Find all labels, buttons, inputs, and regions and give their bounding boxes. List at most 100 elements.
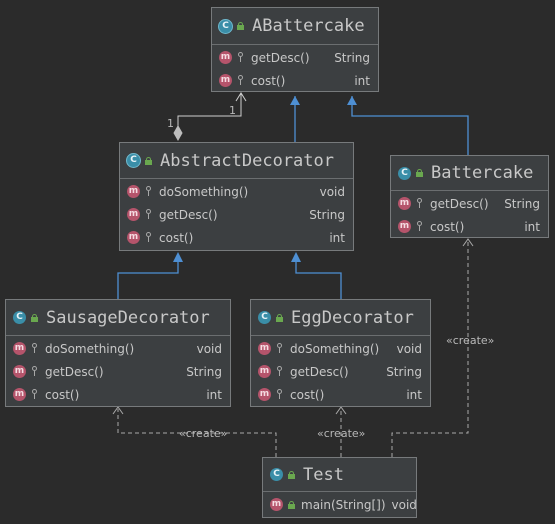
class-abattercake[interactable]: C ABattercake m getDesc() String m cost(… — [211, 7, 379, 92]
lock-icon — [31, 313, 38, 322]
method-row[interactable]: m cost() int — [120, 226, 353, 249]
key-icon — [145, 209, 153, 220]
class-icon: C — [270, 468, 283, 481]
method-row[interactable]: m main(String[]) void — [263, 493, 417, 516]
method-name: doSomething() — [45, 341, 135, 356]
method-row[interactable]: m getDesc() String — [212, 46, 378, 69]
method-return-type: int — [354, 73, 370, 88]
method-row[interactable]: m cost() int — [391, 215, 548, 238]
lock-icon — [145, 156, 152, 165]
lock-icon — [416, 169, 423, 177]
class-name: SausageDecorator — [46, 307, 210, 328]
class-header: C EggDecorator — [251, 300, 430, 336]
method-row[interactable]: m cost() int — [6, 383, 230, 406]
method-row[interactable]: m doSomething() void — [120, 180, 353, 203]
class-name: AbstractDecorator — [160, 150, 334, 171]
class-name: Test — [303, 464, 344, 485]
method-return-type: void — [391, 497, 417, 512]
key-icon — [276, 366, 284, 377]
key-icon — [31, 389, 39, 400]
method-return-type: int — [406, 387, 422, 402]
method-return-type: String — [186, 364, 222, 379]
key-icon — [416, 198, 424, 209]
method-row[interactable]: m getDesc() String — [251, 360, 430, 383]
abstract-class-icon: C — [219, 19, 232, 33]
inheritance-arrow-abattercake-2 — [347, 96, 357, 105]
method-row[interactable]: m cost() int — [212, 69, 378, 92]
method-icon: m — [258, 365, 271, 378]
inheritance-line-egg — [295, 256, 342, 299]
class-egg-decorator[interactable]: C EggDecorator m doSomething() void m ge… — [250, 299, 431, 407]
lock-icon — [237, 22, 244, 30]
class-test[interactable]: C Test m main(String[]) void — [262, 457, 417, 518]
method-name: doSomething() — [290, 341, 380, 356]
method-row[interactable]: m cost() int — [251, 383, 430, 406]
create-label-sausage: «create» — [179, 427, 228, 440]
lock-icon — [288, 500, 295, 509]
method-name: cost() — [159, 230, 194, 245]
class-name: ABattercake — [252, 16, 365, 36]
method-return-type: String — [504, 196, 540, 211]
method-icon: m — [13, 342, 26, 355]
class-header: C ABattercake — [212, 8, 378, 45]
create-label-battercake: «create» — [446, 334, 495, 347]
method-row[interactable]: m doSomething() void — [6, 337, 230, 360]
method-name: main(String[]) — [301, 497, 386, 512]
method-return-type: void — [196, 341, 222, 356]
class-battercake[interactable]: C Battercake m getDesc() String m cost()… — [390, 155, 549, 238]
key-icon — [237, 75, 245, 86]
class-sausage-decorator[interactable]: C SausageDecorator m doSomething() void … — [5, 299, 231, 407]
method-icon: m — [127, 208, 140, 221]
method-icon: m — [258, 388, 271, 401]
method-icon: m — [398, 220, 411, 233]
key-icon — [145, 186, 153, 197]
method-row[interactable]: m getDesc() String — [120, 203, 353, 226]
inheritance-line-sausage — [117, 256, 179, 299]
class-icon: C — [258, 311, 271, 324]
inheritance-arrow-abstractdecorator — [173, 252, 183, 262]
method-row[interactable]: m getDesc() String — [6, 360, 230, 383]
inheritance-arrow-abattercake — [290, 96, 300, 105]
aggregation-multiplicity-top: 1 — [229, 104, 236, 117]
key-icon — [31, 366, 39, 377]
method-icon: m — [219, 74, 232, 87]
key-icon — [237, 52, 245, 63]
key-icon — [276, 389, 284, 400]
method-icon: m — [258, 342, 271, 355]
key-icon — [31, 343, 39, 354]
method-name: cost() — [45, 387, 80, 402]
method-return-type: void — [319, 184, 345, 199]
method-name: getDesc() — [159, 207, 218, 222]
method-name: getDesc() — [251, 50, 310, 65]
method-return-type: int — [329, 230, 345, 245]
method-icon: m — [127, 231, 140, 244]
method-row[interactable]: m doSomething() void — [251, 337, 430, 360]
class-header: C AbstractDecorator — [120, 143, 353, 179]
method-row[interactable]: m getDesc() String — [391, 192, 548, 215]
method-icon: m — [270, 498, 283, 511]
create-label-egg: «create» — [317, 427, 366, 440]
class-header: C Battercake — [391, 156, 548, 191]
method-return-type: void — [396, 341, 422, 356]
class-header: C SausageDecorator — [6, 300, 230, 336]
lock-icon — [276, 313, 283, 322]
method-return-type: String — [386, 364, 422, 379]
key-icon — [416, 221, 424, 232]
class-name: EggDecorator — [291, 307, 414, 328]
method-name: doSomething() — [159, 184, 249, 199]
method-name: getDesc() — [430, 196, 489, 211]
class-abstract-decorator[interactable]: C AbstractDecorator m doSomething() void… — [119, 142, 354, 251]
method-icon: m — [127, 185, 140, 198]
method-return-type: String — [309, 207, 345, 222]
method-return-type: int — [206, 387, 222, 402]
inheritance-arrow-abstractdecorator-2 — [291, 252, 301, 262]
method-name: cost() — [430, 219, 465, 234]
method-icon: m — [13, 388, 26, 401]
aggregation-multiplicity-bottom: 1 — [167, 117, 174, 130]
aggregation-diamond — [173, 124, 183, 142]
class-name: Battercake — [431, 163, 534, 183]
class-icon: C — [398, 166, 411, 180]
method-icon: m — [13, 365, 26, 378]
abstract-class-icon: C — [127, 154, 140, 167]
method-icon: m — [219, 51, 232, 64]
